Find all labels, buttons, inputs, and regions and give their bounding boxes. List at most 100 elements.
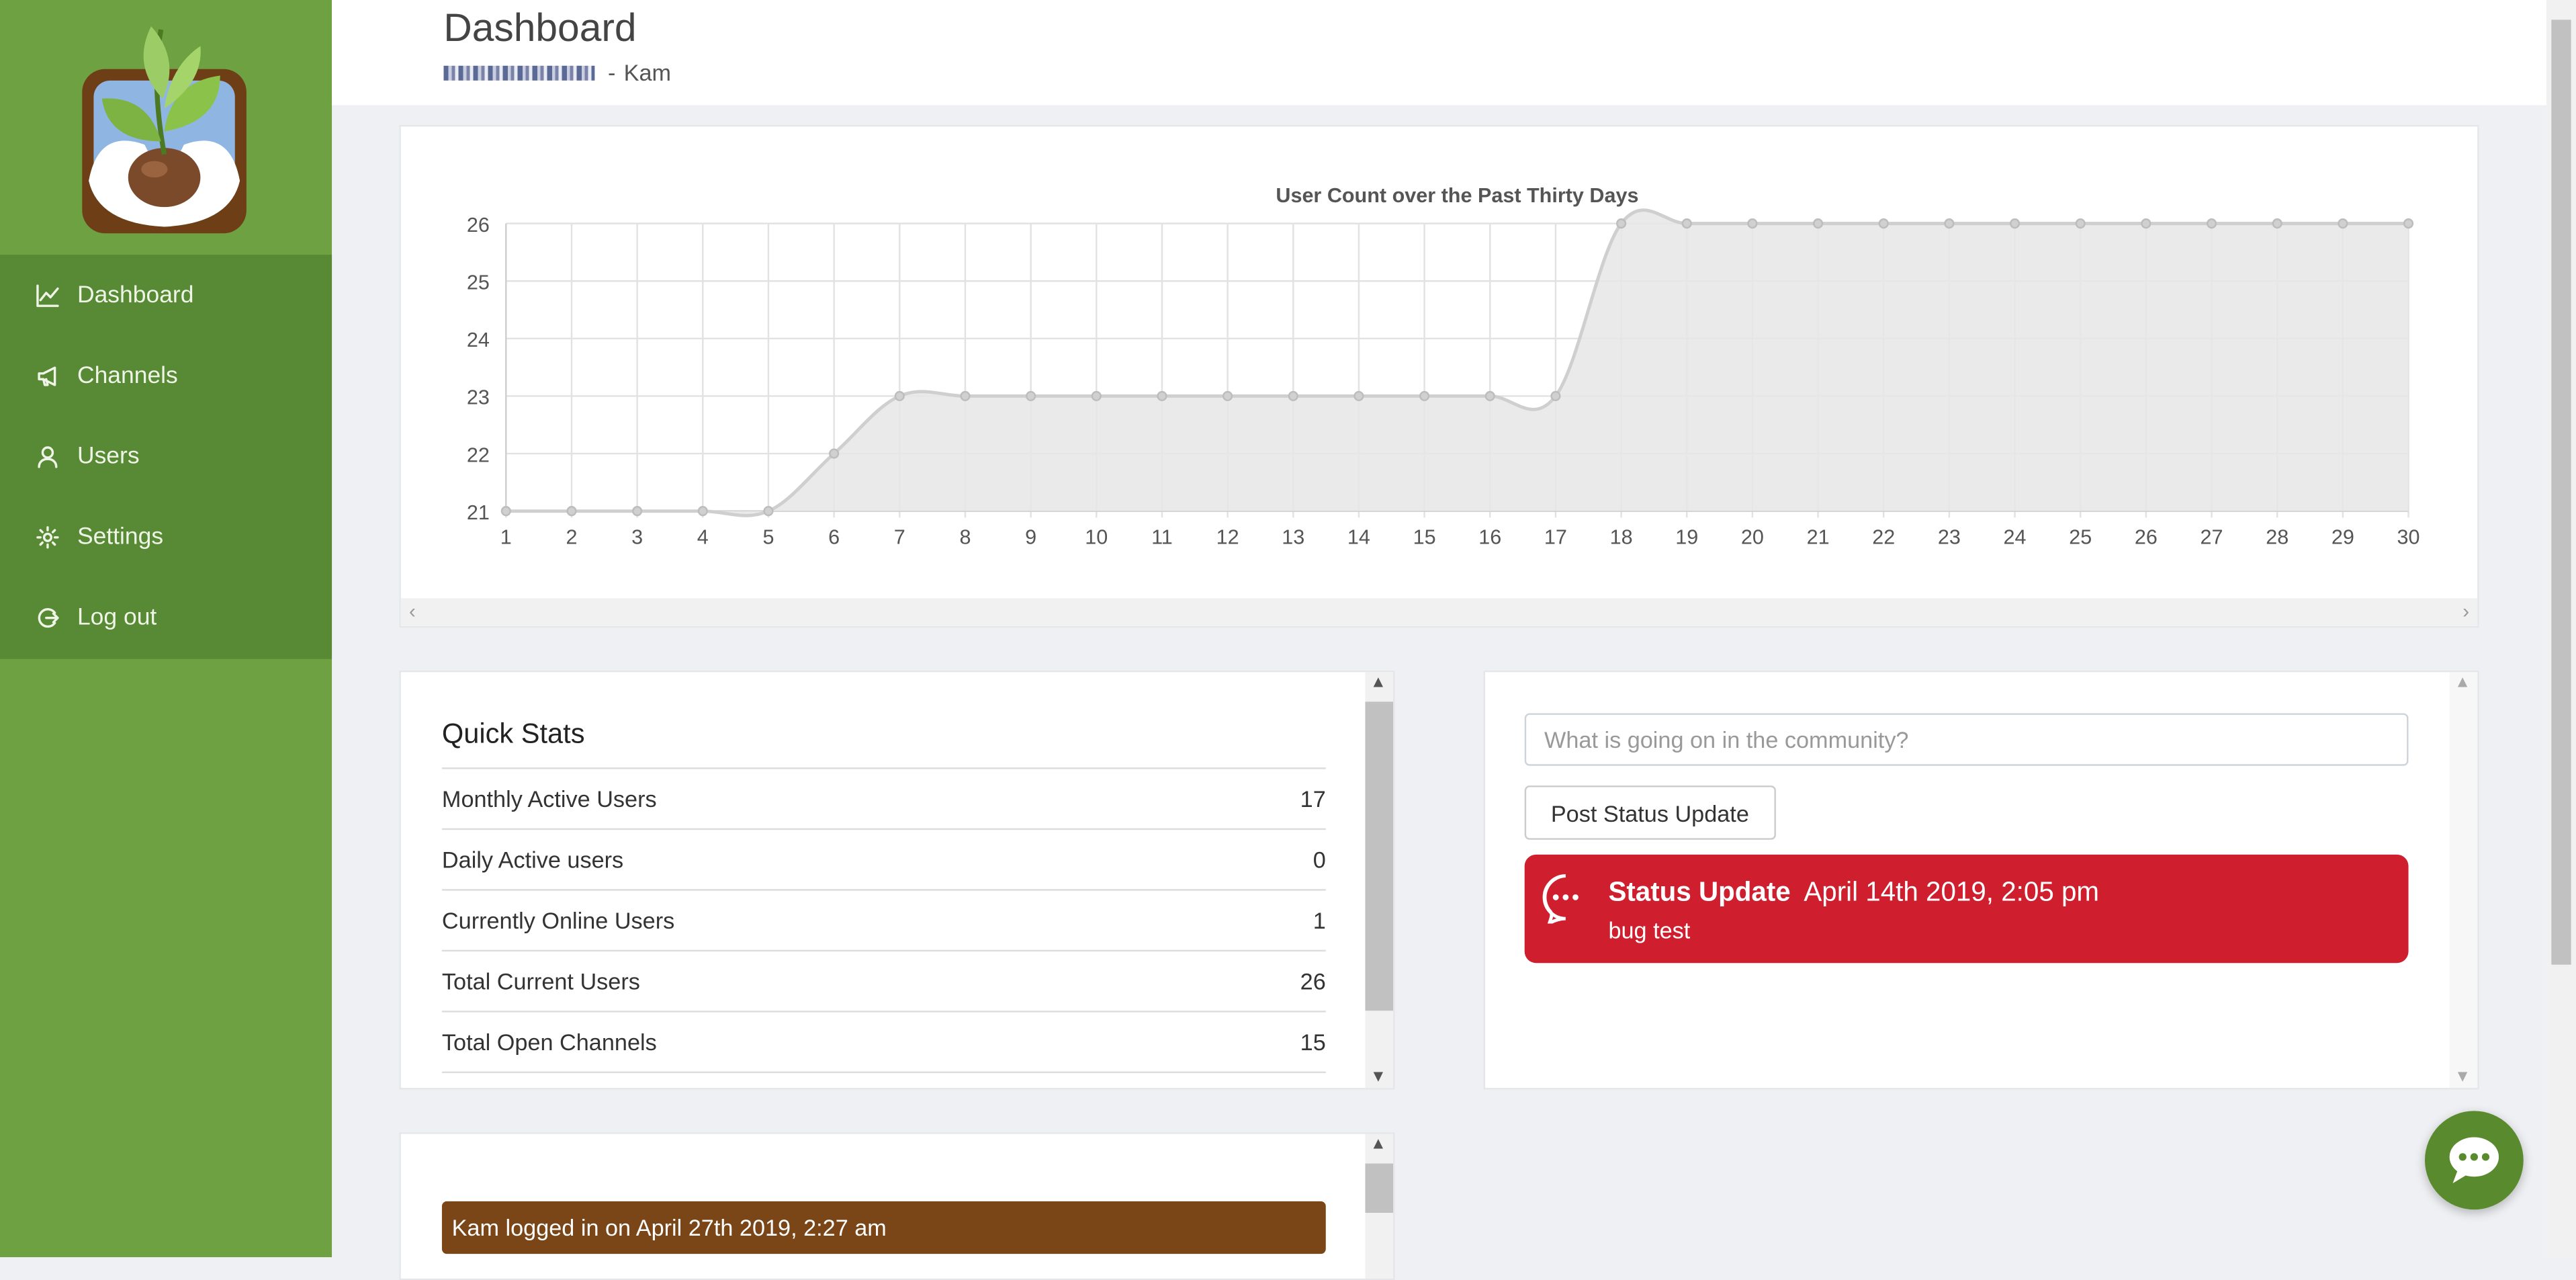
data-point: [960, 390, 971, 402]
stat-value: 15: [1300, 1029, 1326, 1056]
status-input[interactable]: [1524, 713, 2409, 766]
scrollbar-thumb[interactable]: [2551, 19, 2571, 965]
page-title: Dashboard: [443, 6, 637, 51]
scroll-up-icon[interactable]: ▲: [2454, 674, 2471, 692]
status-update-header: Status Update April 14th 2019, 2:05 pm: [1608, 878, 2099, 908]
x-tick-label: 12: [1216, 526, 1239, 549]
stat-label: Currently Online Users: [441, 907, 675, 934]
y-tick-label: 25: [467, 271, 490, 294]
stat-label: Total Open Channels: [441, 1029, 657, 1056]
sidebar-item-channels[interactable]: Channels: [0, 335, 332, 416]
subtitle-separator: -: [607, 59, 616, 86]
log-entry: Kam logged in on April 27th 2019, 2:27 a…: [441, 1201, 1326, 1254]
status-update-item: Status Update April 14th 2019, 2:05 pm bu…: [1524, 854, 2409, 964]
data-point: [1616, 218, 1627, 229]
redacted-text: [443, 65, 595, 80]
y-tick-label: 24: [467, 329, 490, 351]
sidebar-item-label: Settings: [77, 523, 164, 550]
stat-value: 0: [1313, 846, 1326, 873]
data-point: [829, 448, 840, 459]
sidebar-item-label: Log out: [77, 603, 157, 630]
status-updates-card: Post Status Update Status Update April 14…: [1483, 670, 2479, 1090]
data-point: [1091, 390, 1102, 402]
data-point: [1944, 218, 1955, 229]
post-status-button[interactable]: Post Status Update: [1524, 785, 1776, 840]
scroll-down-icon[interactable]: ▼: [2454, 1068, 2471, 1086]
y-tick-label: 21: [467, 501, 490, 524]
scroll-right-icon[interactable]: ›: [2462, 600, 2469, 623]
chat-icon: [2449, 1137, 2499, 1183]
quick-stats-title: Quick Stats: [441, 718, 585, 750]
gear-icon: [36, 525, 59, 548]
quick-stats-table: Monthly Active Users 17 Daily Active use…: [441, 767, 1326, 1074]
data-point: [1681, 218, 1692, 229]
x-tick-label: 2: [566, 526, 577, 549]
data-point: [1157, 390, 1167, 402]
sidebar-nav: Dashboard Channels Users Settings Log ou…: [0, 255, 332, 659]
status-update-date: April 14th 2019, 2:05 pm: [1804, 878, 2100, 908]
x-tick-label: 25: [2069, 526, 2092, 549]
data-point: [2403, 218, 2414, 229]
megaphone-icon: [38, 366, 56, 386]
x-tick-label: 24: [2004, 526, 2027, 549]
data-point: [2206, 218, 2217, 229]
chat-button[interactable]: [2425, 1111, 2524, 1210]
x-tick-label: 29: [2331, 526, 2354, 549]
x-tick-label: 19: [1675, 526, 1698, 549]
scroll-down-icon[interactable]: ▼: [1370, 1068, 1386, 1086]
scrollbar-thumb[interactable]: [1365, 1163, 1394, 1213]
stat-value: 1: [1313, 907, 1326, 934]
scroll-up-icon[interactable]: ▲: [1370, 1136, 1386, 1154]
data-point: [894, 390, 905, 402]
x-tick-label: 8: [959, 526, 971, 549]
data-point: [2075, 218, 2086, 229]
x-tick-label: 30: [2397, 526, 2420, 549]
user-icon: [38, 445, 58, 468]
x-tick-label: 15: [1413, 526, 1436, 549]
data-point: [1353, 390, 1364, 402]
status-vertical-scrollbar[interactable]: ▲ ▼: [2449, 672, 2478, 1089]
x-tick-label: 5: [762, 526, 774, 549]
data-point: [2272, 218, 2282, 229]
stat-label: Monthly Active Users: [441, 785, 657, 812]
stat-value: 26: [1300, 968, 1326, 994]
data-point: [1419, 390, 1430, 402]
x-tick-label: 26: [2135, 526, 2158, 549]
sidebar-item-users[interactable]: Users: [0, 416, 332, 497]
data-point: [1484, 390, 1495, 402]
scroll-up-icon[interactable]: ▲: [1370, 674, 1386, 692]
data-point: [1288, 390, 1298, 402]
scrollbar-thumb[interactable]: [1365, 701, 1394, 1011]
user-count-chart: User Count over the Past Thirty Days2122…: [467, 184, 2420, 549]
table-row: Daily Active users 0: [441, 828, 1326, 889]
scroll-left-icon[interactable]: ‹: [409, 600, 416, 623]
x-tick-label: 4: [697, 526, 709, 549]
log-vertical-scrollbar[interactable]: ▲: [1365, 1134, 1394, 1279]
data-point: [1812, 218, 1824, 229]
status-update-body: bug test: [1608, 916, 1691, 943]
chart-horizontal-scrollbar[interactable]: ‹ ›: [400, 598, 2478, 626]
sidebar-item-settings[interactable]: Settings: [0, 497, 332, 577]
x-tick-label: 1: [500, 526, 512, 549]
activity-log-card: Kam logged in on April 27th 2019, 2:27 a…: [399, 1132, 1395, 1280]
x-tick-label: 18: [1610, 526, 1633, 549]
x-tick-label: 17: [1544, 526, 1567, 549]
stat-label: Daily Active users: [441, 846, 624, 873]
user-name: Kam: [623, 59, 672, 86]
line-chart-icon: [36, 284, 59, 306]
y-tick-label: 22: [467, 443, 490, 466]
data-point: [2141, 218, 2151, 229]
stat-label: Total Current Users: [441, 968, 640, 994]
stat-value: 17: [1300, 785, 1326, 812]
x-tick-label: 28: [2266, 526, 2289, 549]
x-tick-label: 14: [1347, 526, 1370, 549]
sidebar-item-logout[interactable]: Log out: [0, 577, 332, 657]
x-tick-label: 3: [631, 526, 643, 549]
stats-vertical-scrollbar[interactable]: ▲ ▼: [1365, 672, 1394, 1089]
table-row: Total Open Channels 15: [441, 1011, 1326, 1074]
page-vertical-scrollbar[interactable]: [2546, 0, 2576, 1258]
data-point: [1223, 390, 1233, 402]
sidebar-item-dashboard[interactable]: Dashboard: [0, 255, 332, 335]
status-update-label: Status Update: [1608, 878, 1791, 908]
series-area: [506, 210, 2409, 516]
